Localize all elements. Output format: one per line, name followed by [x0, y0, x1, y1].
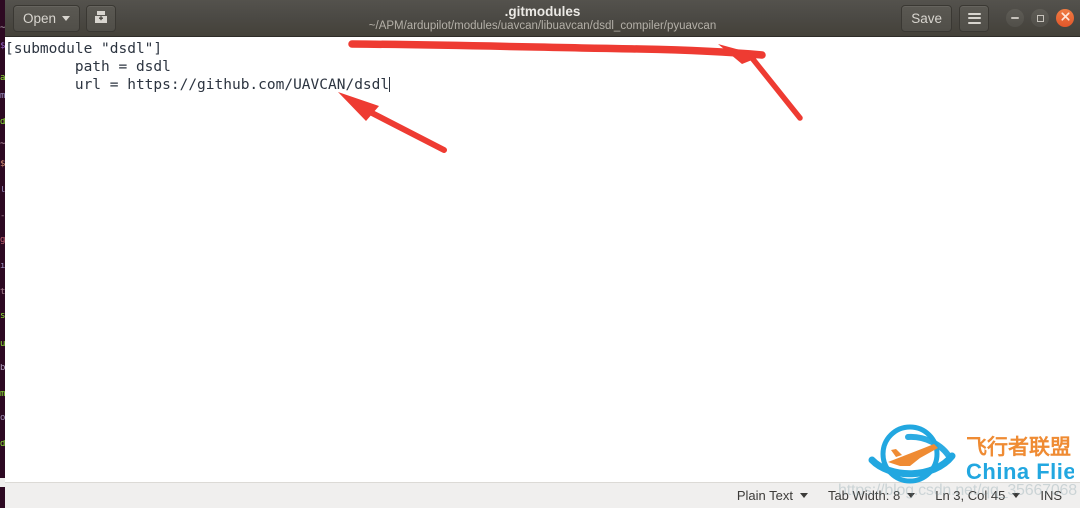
cursor-position-label: Ln 3, Col 45 — [935, 488, 1006, 503]
editor-content[interactable]: [submodule "dsdl"] path = dsdl url = htt… — [5, 40, 391, 94]
maximize-button[interactable] — [1031, 9, 1049, 27]
tab-width-selector[interactable]: Tab Width: 8 — [818, 488, 925, 503]
save-as-icon — [93, 9, 109, 28]
hamburger-menu-icon — [967, 12, 981, 24]
header-left-group: Open — [13, 4, 117, 32]
text-editor-area[interactable]: [submodule "dsdl"] path = dsdl url = htt… — [5, 37, 1080, 482]
minimize-icon — [1011, 17, 1019, 19]
text-caret — [389, 77, 391, 92]
open-button-label: Open — [23, 10, 57, 26]
close-button[interactable] — [1056, 9, 1074, 27]
chevron-down-icon — [799, 493, 808, 498]
insert-mode-label: INS — [1040, 488, 1062, 503]
file-path-subtitle: ~/APM/ardupilot/modules/uavcan/libuavcan… — [368, 20, 717, 32]
minimize-button[interactable] — [1006, 9, 1024, 27]
save-button-label: Save — [911, 10, 942, 26]
page-title: .gitmodules — [504, 4, 581, 19]
gedit-window: .gitmodules ~/APM/ardupilot/modules/uavc… — [5, 0, 1080, 508]
chevron-down-icon — [907, 493, 916, 498]
language-selector[interactable]: Plain Text — [727, 488, 818, 503]
insert-mode-indicator: INS — [1030, 488, 1066, 503]
chevron-down-icon — [62, 15, 71, 21]
hamburger-menu-button[interactable] — [959, 4, 989, 32]
tab-width-label: Tab Width: 8 — [827, 488, 901, 503]
status-bar: Plain Text Tab Width: 8 Ln 3, Col 45 INS — [5, 482, 1080, 508]
cursor-position-selector[interactable]: Ln 3, Col 45 — [925, 488, 1030, 503]
open-button[interactable]: Open — [13, 4, 81, 32]
title-bar: .gitmodules ~/APM/ardupilot/modules/uavc… — [5, 0, 1080, 37]
header-right-group: Save — [901, 4, 1074, 32]
save-as-button[interactable] — [86, 4, 117, 32]
close-icon — [1060, 12, 1070, 24]
save-button[interactable]: Save — [901, 4, 952, 32]
chevron-down-icon — [1012, 493, 1021, 498]
maximize-icon — [1036, 14, 1044, 22]
language-label: Plain Text — [736, 488, 793, 503]
editor-text: [submodule "dsdl"] path = dsdl url = htt… — [5, 41, 390, 93]
